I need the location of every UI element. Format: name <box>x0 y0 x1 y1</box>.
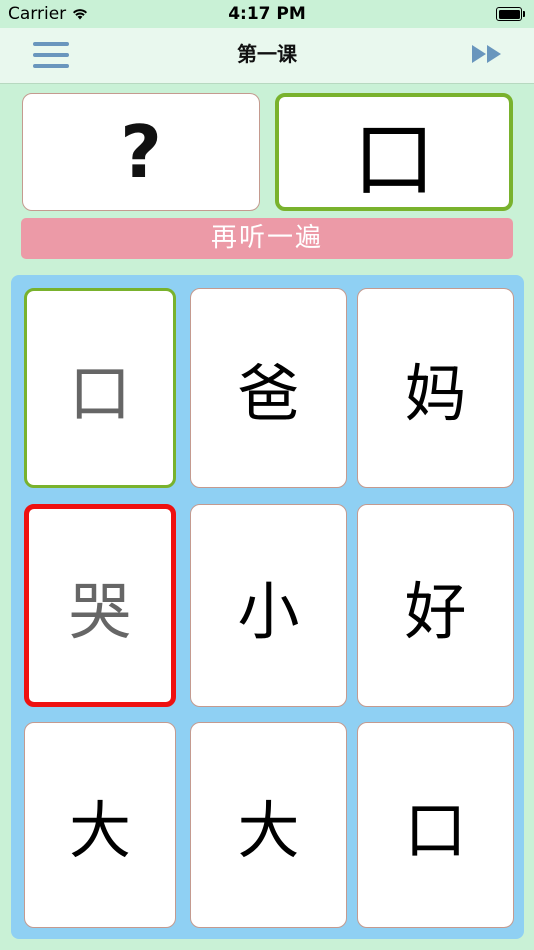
character-tile-correct[interactable]: 口 <box>24 288 176 488</box>
tile-character: 爸 <box>237 357 300 430</box>
tile-character: 妈 <box>404 357 467 430</box>
tile-character: 口 <box>404 794 467 867</box>
lesson-title: 第一课 <box>237 42 297 66</box>
fast-forward-icon <box>472 45 501 63</box>
replay-button[interactable]: 再听一遍 <box>21 218 513 259</box>
answer-card: 口 <box>275 93 513 211</box>
character-tile[interactable]: 大 <box>190 722 347 928</box>
answer-character: 口 <box>352 112 435 208</box>
character-tile[interactable]: 好 <box>357 504 514 707</box>
character-grid: 口 爸 妈 哭 小 好 大 大 口 <box>11 275 524 939</box>
character-tile[interactable]: 小 <box>190 504 347 707</box>
character-tile[interactable]: 爸 <box>190 288 347 488</box>
character-tile[interactable]: 口 <box>357 722 514 928</box>
tile-character: 大 <box>68 794 131 867</box>
skip-button[interactable] <box>470 42 510 66</box>
tile-character: 好 <box>404 574 467 648</box>
nav-bar: 第一课 <box>0 28 534 84</box>
question-mark: ? <box>120 110 162 194</box>
character-tile[interactable]: 大 <box>24 722 176 928</box>
character-tile[interactable]: 妈 <box>357 288 514 488</box>
tile-character: 哭 <box>68 574 131 648</box>
status-time: 4:17 PM <box>228 4 306 24</box>
status-bar: Carrier 4:17 PM <box>0 0 534 28</box>
tile-character: 小 <box>237 574 300 648</box>
question-card: ? <box>22 93 260 211</box>
battery-icon <box>496 7 526 21</box>
menu-button[interactable] <box>32 40 72 70</box>
character-tile-wrong[interactable]: 哭 <box>24 504 176 707</box>
tile-character: 大 <box>237 794 300 867</box>
tile-character: 口 <box>68 357 131 430</box>
